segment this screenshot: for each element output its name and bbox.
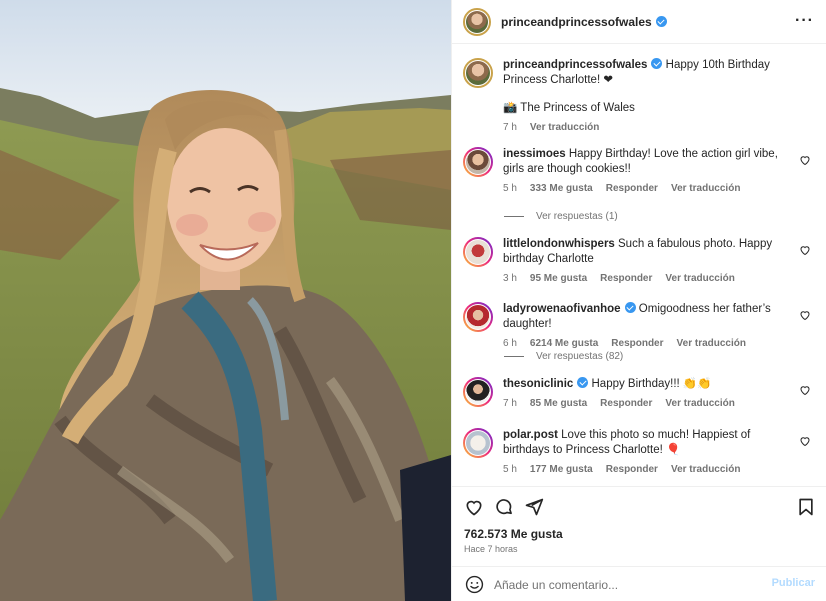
comment-like-heart-icon[interactable]: [799, 384, 811, 396]
comments-list[interactable]: princeandprincessofwales Happy 10th Birt…: [452, 44, 826, 486]
comment-input[interactable]: [494, 575, 764, 594]
comment-text: Happy Birthday!!! 👏👏: [591, 378, 712, 390]
comment-like-heart-icon[interactable]: [799, 309, 811, 321]
comment-likes[interactable]: 85 Me gusta: [530, 396, 587, 411]
translate-link[interactable]: Ver traducción: [671, 462, 740, 477]
comment-time[interactable]: 5 h: [503, 181, 517, 196]
view-replies-link[interactable]: Ver respuestas (82): [504, 351, 623, 362]
likes-count[interactable]: 762.573 Me gusta: [464, 527, 563, 541]
heart-icon[interactable]: [464, 497, 484, 517]
bookmark-icon[interactable]: [796, 497, 816, 517]
caption-translate-link[interactable]: Ver traducción: [530, 120, 599, 135]
post-header: princeandprincessofwales ···: [452, 0, 826, 44]
view-replies-link[interactable]: Ver respuestas (1): [504, 211, 618, 222]
post-photo[interactable]: [0, 0, 451, 601]
view-replies-text[interactable]: Ver respuestas (82): [536, 351, 623, 362]
comment-like-heart-icon[interactable]: [799, 435, 811, 447]
post-actions: 762.573 Me gusta Hace 7 horas: [452, 486, 826, 566]
comment-item: thesoniclinic Happy Birthday!!! 👏👏 7 h 8…: [463, 377, 813, 411]
comment-icon[interactable]: [494, 497, 514, 517]
translate-link[interactable]: Ver traducción: [671, 181, 740, 196]
comment-like-heart-icon[interactable]: [799, 244, 811, 256]
replies-divider: [504, 356, 524, 357]
comment-time[interactable]: 6 h: [503, 336, 517, 351]
comment-item: littlelondonwhispers Such a fabulous pho…: [463, 237, 813, 286]
commenter-avatar[interactable]: [463, 147, 493, 177]
commenter-username[interactable]: polar.post: [503, 429, 558, 441]
caption-username[interactable]: princeandprincessofwales: [503, 59, 647, 71]
author-avatar[interactable]: [463, 7, 491, 36]
comment-item: ladyrowenaofivanhoe Omigoodness her fath…: [463, 302, 813, 351]
comment-item: inessimoes Happy Birthday! Love the acti…: [463, 147, 813, 196]
translate-link[interactable]: Ver traducción: [665, 271, 734, 286]
comment-likes[interactable]: 95 Me gusta: [530, 271, 587, 286]
commenter-username[interactable]: ladyrowenaofivanhoe: [503, 303, 621, 315]
verified-icon: [624, 302, 636, 313]
translate-link[interactable]: Ver traducción: [665, 396, 734, 411]
comment-time[interactable]: 5 h: [503, 462, 517, 477]
translate-link[interactable]: Ver traducción: [677, 336, 746, 351]
commenter-avatar[interactable]: [463, 428, 493, 458]
commenter-avatar[interactable]: [463, 302, 493, 332]
comment-likes[interactable]: 333 Me gusta: [530, 181, 593, 196]
reply-button[interactable]: Responder: [600, 396, 652, 411]
author-username-text[interactable]: princeandprincessofwales: [501, 15, 652, 29]
verified-icon: [655, 16, 667, 27]
author-username[interactable]: princeandprincessofwales: [501, 15, 667, 29]
verified-icon: [577, 377, 589, 388]
post-timestamp[interactable]: Hace 7 horas: [464, 544, 518, 554]
view-replies-text[interactable]: Ver respuestas (1): [536, 211, 618, 222]
comment-like-heart-icon[interactable]: [799, 154, 811, 166]
reply-button[interactable]: Responder: [606, 462, 658, 477]
author-avatar[interactable]: [463, 58, 493, 88]
commenter-avatar[interactable]: [463, 377, 493, 407]
caption-time[interactable]: 7 h: [503, 120, 517, 135]
emoji-icon[interactable]: [465, 575, 484, 594]
comment-likes[interactable]: 177 Me gusta: [530, 462, 593, 477]
reply-button[interactable]: Responder: [606, 181, 658, 196]
reply-button[interactable]: Responder: [611, 336, 663, 351]
caption-signature: 📸 The Princess of Wales: [503, 102, 635, 114]
reply-button[interactable]: Responder: [600, 271, 652, 286]
commenter-username[interactable]: littlelondonwhispers: [503, 238, 615, 250]
comment-time[interactable]: 3 h: [503, 271, 517, 286]
commenter-username[interactable]: thesoniclinic: [503, 378, 573, 390]
photo-illustration: [0, 0, 451, 601]
verified-icon: [651, 58, 663, 69]
comment-likes[interactable]: 6214 Me gusta: [530, 336, 598, 351]
comment-time[interactable]: 7 h: [503, 396, 517, 411]
post-caption: princeandprincessofwales Happy 10th Birt…: [463, 58, 813, 135]
more-options-icon[interactable]: ···: [795, 12, 814, 30]
post-details-panel: princeandprincessofwales ··· princeandpr…: [451, 0, 826, 601]
share-icon[interactable]: [524, 497, 544, 517]
publish-button[interactable]: Publicar: [772, 577, 815, 589]
commenter-username[interactable]: inessimoes: [503, 148, 566, 160]
comment-composer: Publicar: [452, 566, 826, 601]
commenter-avatar[interactable]: [463, 237, 493, 267]
replies-divider: [504, 216, 524, 217]
comment-item: polar.post Love this photo so much! Happ…: [463, 428, 813, 477]
